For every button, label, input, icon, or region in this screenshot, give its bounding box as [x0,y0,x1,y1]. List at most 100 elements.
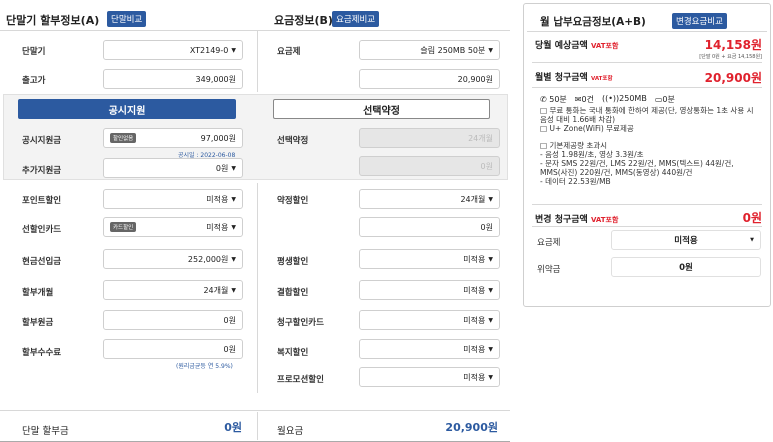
change-bill-divider [532,226,762,227]
monthly-fee-label: 월요금 [277,426,304,437]
monthly-bill-value: 20,900원 [704,71,762,85]
sms-feature-value: 0건 [581,95,594,104]
billing-card-value: 미적용 [463,315,486,325]
plan-compare-button[interactable]: 요금제비교 [332,11,380,27]
expected-amount-label: 당월 예상금액 [535,41,588,51]
expected-amount-label-row: 당월 예상금액 VAT포함 [535,38,618,51]
detail-data-rate: - 데이터 22.53원/MB [540,177,611,186]
welfare-discount-value: 미적용 [463,344,486,354]
monthly-bill-label-row: 월별 청구금액 VAT포함 [535,70,613,83]
phone-icon: ✆ [540,95,547,104]
tab-subsidy[interactable]: 공시지원 [18,99,236,119]
device-section-title: 단말기 할부정보(A) [6,14,100,27]
installment-fee-field: 0원 [103,339,243,359]
cash-prepay-select[interactable]: 252,000원 ▼ [103,249,243,269]
change-plan-value: 미적용 [674,236,698,246]
subsidy-value: 97,000원 [200,133,236,143]
vat-included: VAT포함 [590,216,619,224]
installment-principal-field: 0원 [103,310,243,330]
bundle-discount-select[interactable]: 미적용 ▼ [359,280,500,300]
point-discount-label: 포인트할인 [22,196,62,206]
point-discount-select[interactable]: 미적용 ▼ [103,189,243,209]
promo-discount-select[interactable]: 미적용 ▼ [359,367,500,387]
plan-fee-value: 20,900원 [457,74,493,84]
bundle-discount-value: 미적용 [463,285,486,295]
detail-sms-rate: - 문자 SMS 22원/건, LMS 22원/건, MMS(텍스트) 44원/… [540,159,734,177]
contract-disabled-value: 24개월 [468,133,493,143]
chevron-down-icon: ▼ [488,286,493,294]
installment-fee-label: 할부수수료 [22,348,62,358]
welfare-discount-select[interactable]: 미적용 ▼ [359,339,500,359]
contract-discount-label: 약정할인 [277,196,309,206]
totals-divider [257,412,258,440]
change-plan-select[interactable]: 미적용 ▼ [611,230,761,250]
chevron-down-icon: ▼ [231,46,236,54]
contract-discount-amount-value: 0원 [480,222,493,232]
penalty-value: 0원 [679,263,693,273]
chevron-down-icon: ▼ [231,255,236,263]
detail-spacer [540,133,762,141]
welfare-discount-label: 복지할인 [277,348,309,358]
mail-icon: ✉ [574,95,582,104]
monthly-fee-value: 20,900원 [445,421,498,434]
expected-amount-value: 14,158원 [704,38,762,52]
device-compare-button[interactable]: 단말비교 [107,11,147,27]
contract-discount-amount: 0원 [359,217,500,237]
billing-card-select[interactable]: 미적용 ▼ [359,310,500,330]
installment-months-select[interactable]: 24개월 ▼ [103,280,243,300]
monthly-bill-divider [532,87,762,88]
plan-select[interactable]: 슬림 250MB 50분 ▼ [359,40,500,60]
wifi-icon: ((•)) [601,94,620,103]
promo-discount-label: 프로모션할인 [277,375,324,385]
detail-divider [532,204,762,205]
bundle-discount-label: 결합할인 [277,288,309,298]
contract-discount-value: 24개월 [460,194,486,204]
installment-fee-note: (원리금균등 연 5.9%) [176,363,233,370]
data-feature-value: 250MB [619,94,647,103]
plan-section-title: 요금정보(B) [274,14,333,27]
vat-included: VAT포함 [590,76,613,82]
extra-subsidy-select[interactable]: 0원 ▼ [103,158,243,178]
cash-prepay-value: 252,000원 [187,254,229,264]
change-bill-value: 0원 [742,211,762,225]
lower-column-divider [257,183,258,393]
detail-overage-title: □ 기본제공량 초과시 [540,141,608,150]
penalty-label: 위약금 [537,265,561,275]
chevron-down-icon: ▼ [488,345,493,353]
cash-prepay-label: 현금선입금 [22,257,62,267]
installment-principal-label: 할부원금 [22,318,54,328]
monthly-bill-label: 월별 청구금액 [535,73,588,83]
chevron-down-icon: ▼ [231,286,236,294]
video-feature: ▭0분 [655,94,675,105]
detail-voice-rate: - 음성 1.98원/초, 영상 3.3원/초 [540,150,644,159]
chevron-down-icon: ▼ [488,316,493,324]
lifetime-discount-select[interactable]: 미적용 ▼ [359,249,500,269]
voice-feature: ✆ 50분 [540,94,567,105]
change-bill-label: 변경 청구금액 [535,215,588,225]
totals-top-border [0,410,510,411]
device-model-select[interactable]: XT2149-0 ▼ [103,40,243,60]
device-model-value: XT2149-0 [189,45,229,55]
installment-months-value: 24개월 [203,285,229,295]
expected-divider [532,62,762,63]
summary-header-divider [527,31,767,32]
tab-contract[interactable]: 선택약정 [273,99,490,119]
promo-discount-value: 미적용 [463,372,486,382]
contract-disabled-amount: 0원 [480,161,493,171]
contract-discount-select[interactable]: 24개월 ▼ [359,189,500,209]
point-discount-value: 미적용 [206,194,229,204]
contract-field-disabled: 24개월 [359,128,500,148]
chevron-down-icon: ▼ [231,164,236,172]
plan-value: 슬림 250MB 50분 [420,45,486,55]
header-divider [0,30,510,31]
change-compare-button[interactable]: 변경요금비교 [672,13,727,29]
lifetime-discount-value: 미적용 [463,254,486,264]
plan-features-row: ✆ 50분 ✉0건 ((•))250MB ▭0분 [540,94,675,105]
expected-amount-note: [단말 0원 + 요금 14,158원] [699,54,762,60]
vat-included: VAT포함 [590,42,619,50]
precard-select[interactable]: 카드할인 미적용 ▼ [103,217,243,237]
precard-label: 선할인카드 [22,225,62,235]
plan-label: 요금제 [277,47,301,57]
chevron-down-icon: ▼ [750,237,754,243]
subsidy-field: 할인없음 97,000원 [103,128,243,148]
